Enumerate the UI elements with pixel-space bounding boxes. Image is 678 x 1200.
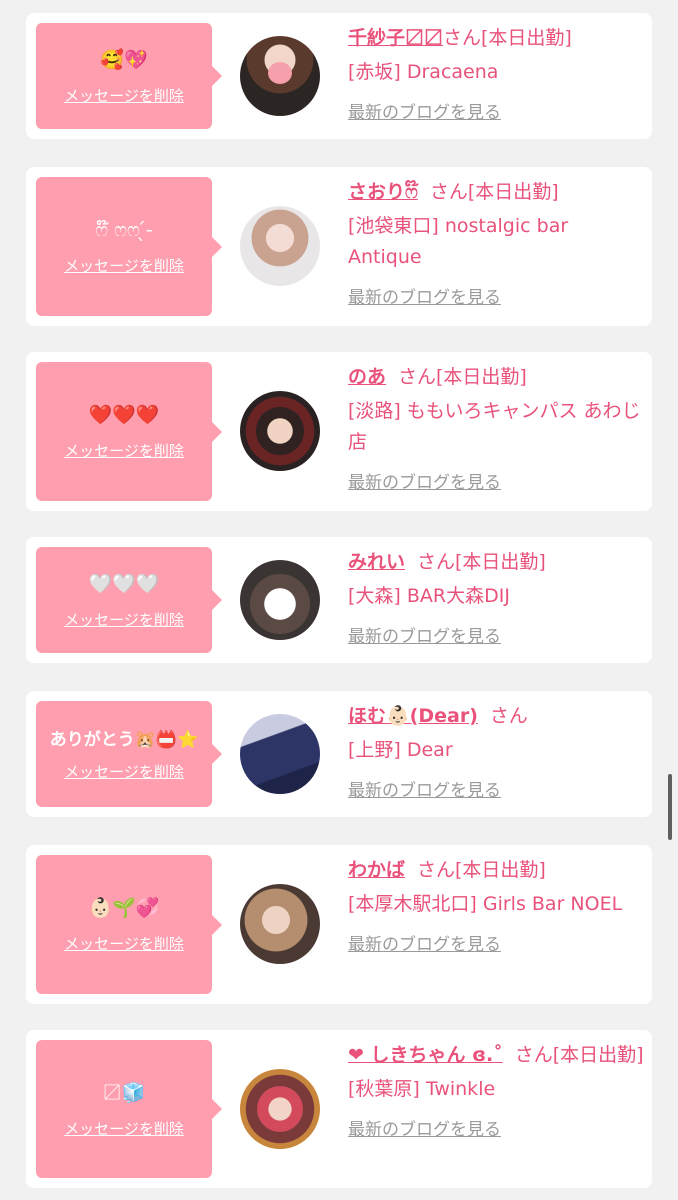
cast-name-link[interactable]: のあ xyxy=(348,366,386,388)
list-item: ෆ໊ ෆෆ ̖́- メッセージを削除 さおりෆ໊ さん[本日出勤] [池袋東口] … xyxy=(26,167,652,326)
cast-suffix: さん[本日出勤] xyxy=(429,181,559,203)
latest-blog-link[interactable]: 最新のブログを見る xyxy=(348,283,501,308)
shop-label: [大森] BAR大森DIJ xyxy=(348,585,510,607)
cast-info: 千紗子〼〼さん[本日出勤] [赤坂] Dracaena 最新のブログを見る xyxy=(348,23,644,123)
message-bubble: ෆ໊ ෆෆ ̖́- メッセージを削除 xyxy=(36,177,222,316)
cast-name-link[interactable]: さおりෆ໊ xyxy=(348,181,418,203)
cast-name-link[interactable]: 千紗子〼〼 xyxy=(348,27,443,49)
message-bubble: 👶🏻🌱💞 メッセージを削除 xyxy=(36,855,222,994)
avatar[interactable] xyxy=(240,1069,320,1149)
cast-suffix: さん[本日出勤] xyxy=(417,859,546,881)
list-item: 🥰💖 メッセージを削除 千紗子〼〼さん[本日出勤] [赤坂] Dracaena … xyxy=(26,13,652,139)
latest-blog-link[interactable]: 最新のブログを見る xyxy=(348,98,501,123)
avatar[interactable] xyxy=(240,391,320,471)
list-item: ❤️❤️❤️ メッセージを削除 のあ さん[本日出勤] [淡路] ももいろキャンパ… xyxy=(26,352,652,511)
cast-info: ❤︎ しきちゃん ɞ.˚ さん[本日出勤] [秋葉原] Twinkle 最新のブロ… xyxy=(348,1040,644,1140)
shop-label: [本厚木駅北口] Girls Bar NOEL xyxy=(348,893,623,915)
message-text: ありがとう🐹📛⭐ xyxy=(49,729,199,750)
list-item: 〼🧊 メッセージを削除 ❤︎ しきちゃん ɞ.˚ さん[本日出勤] [秋葉原] T… xyxy=(26,1030,652,1188)
latest-blog-link[interactable]: 最新のブログを見る xyxy=(348,468,501,493)
avatar[interactable] xyxy=(240,560,320,640)
cast-suffix: さん xyxy=(489,705,528,727)
list-item: 👶🏻🌱💞 メッセージを削除 わかば さん[本日出勤] [本厚木駅北口] Girls… xyxy=(26,845,652,1004)
delete-message-link[interactable]: メッセージを削除 xyxy=(64,609,184,630)
message-bubble: 🤍🤍🤍 メッセージを削除 xyxy=(36,547,222,653)
cast-info: わかば さん[本日出勤] [本厚木駅北口] Girls Bar NOEL 最新のブ… xyxy=(348,855,644,955)
list-item: ありがとう🐹📛⭐ メッセージを削除 ほむ👶🏻(Dear) さん [上野] Dear… xyxy=(26,691,652,817)
cast-suffix: さん[本日出勤] xyxy=(417,551,546,573)
message-bubble: ❤️❤️❤️ メッセージを削除 xyxy=(36,362,222,501)
cast-suffix: さん[本日出勤] xyxy=(514,1044,644,1066)
message-text: ❤️❤️❤️ xyxy=(88,404,160,426)
cast-name-link[interactable]: ❤︎ しきちゃん ɞ.˚ xyxy=(348,1044,503,1066)
message-text: 🥰💖 xyxy=(100,48,148,71)
latest-blog-link[interactable]: 最新のブログを見る xyxy=(348,776,501,801)
cast-suffix: さん[本日出勤] xyxy=(443,27,572,49)
avatar[interactable] xyxy=(240,714,320,794)
heart-sticker-icon xyxy=(268,62,292,84)
delete-message-link[interactable]: メッセージを削除 xyxy=(64,440,184,461)
cast-name-link[interactable]: みれい xyxy=(348,551,405,573)
cast-info: みれい さん[本日出勤] [大森] BAR大森DIJ 最新のブログを見る xyxy=(348,547,644,647)
cast-name-link[interactable]: わかば xyxy=(348,859,405,881)
cast-info: ほむ👶🏻(Dear) さん [上野] Dear 最新のブログを見る xyxy=(348,701,644,801)
heart-sticker-icon xyxy=(267,592,295,618)
latest-blog-link[interactable]: 最新のブログを見る xyxy=(348,1115,501,1140)
cast-suffix: さん[本日出勤] xyxy=(398,366,527,388)
shop-label: [池袋東口] nostalgic bar Antique xyxy=(348,215,569,268)
shop-label: [赤坂] Dracaena xyxy=(348,61,499,83)
message-text: 🤍🤍🤍 xyxy=(88,572,160,595)
delete-message-link[interactable]: メッセージを削除 xyxy=(64,761,184,782)
cast-info: のあ さん[本日出勤] [淡路] ももいろキャンパス あわじ店 最新のブログを見る xyxy=(348,362,644,493)
message-bubble: ありがとう🐹📛⭐ メッセージを削除 xyxy=(36,701,222,807)
delete-message-link[interactable]: メッセージを削除 xyxy=(64,255,184,276)
message-text: 👶🏻🌱💞 xyxy=(88,897,160,919)
message-text: ෆ໊ ෆෆ ̖́- xyxy=(95,219,153,241)
cast-name-link[interactable]: ほむ👶🏻(Dear) xyxy=(348,705,478,727)
cast-info: さおりෆ໊ さん[本日出勤] [池袋東口] nostalgic bar Antiq… xyxy=(348,177,644,308)
message-bubble: 🥰💖 メッセージを削除 xyxy=(36,23,222,129)
shop-label: [上野] Dear xyxy=(348,739,453,761)
message-text: 〼🧊 xyxy=(102,1081,146,1104)
delete-message-link[interactable]: メッセージを削除 xyxy=(64,85,184,106)
latest-blog-link[interactable]: 最新のブログを見る xyxy=(348,622,501,647)
list-item: 🤍🤍🤍 メッセージを削除 みれい さん[本日出勤] [大森] BAR大森DIJ 最… xyxy=(26,537,652,663)
shop-label: [秋葉原] Twinkle xyxy=(348,1078,496,1100)
scrollbar[interactable] xyxy=(668,774,672,840)
shop-label: [淡路] ももいろキャンパス あわじ店 xyxy=(348,400,641,453)
avatar[interactable] xyxy=(240,206,320,286)
avatar[interactable] xyxy=(240,36,320,116)
latest-blog-link[interactable]: 最新のブログを見る xyxy=(348,930,501,955)
message-bubble: 〼🧊 メッセージを削除 xyxy=(36,1040,222,1178)
delete-message-link[interactable]: メッセージを削除 xyxy=(64,933,184,954)
avatar[interactable] xyxy=(240,884,320,964)
delete-message-link[interactable]: メッセージを削除 xyxy=(64,1118,184,1139)
